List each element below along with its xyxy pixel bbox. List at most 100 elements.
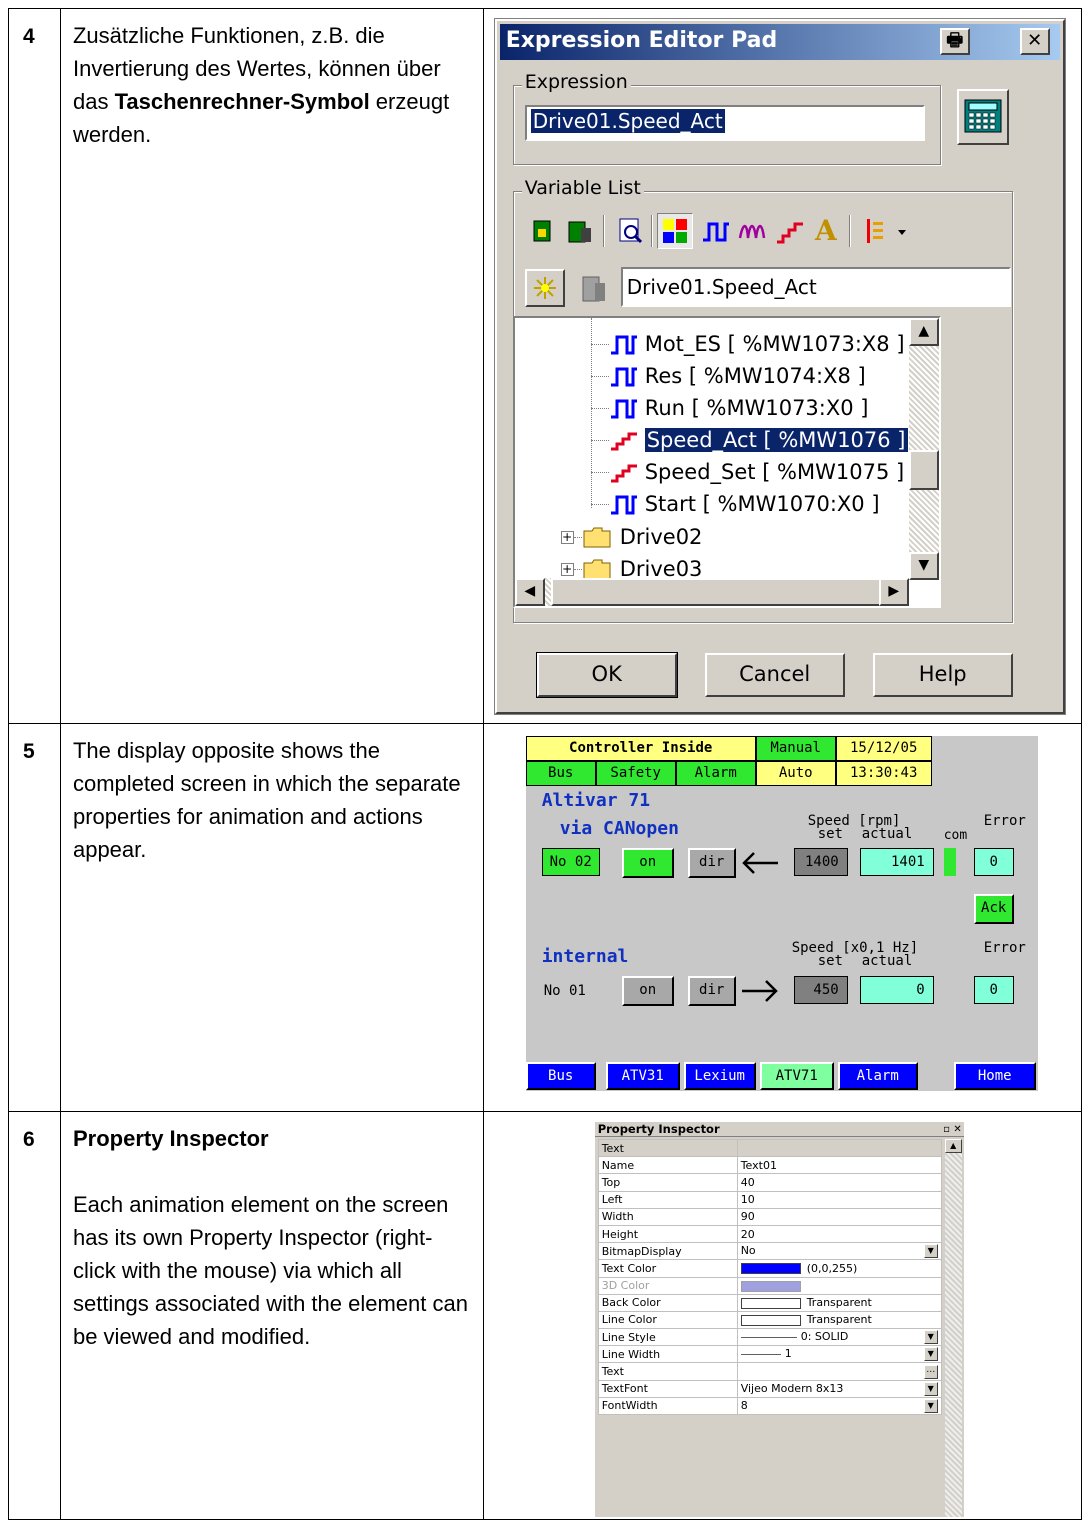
ellipsis-icon: … [923, 1364, 938, 1379]
property-row[interactable]: Left 10 [597, 1190, 942, 1209]
dropdown-icon: ▼ [923, 1330, 938, 1345]
hmi-screen: Controller Inside Manual 15/12/05 Bus Sa… [525, 736, 1038, 1091]
panel-controls-icon[interactable]: ▫ ✕ [943, 1122, 962, 1137]
color-swatch [740, 1280, 801, 1292]
variable-tree[interactable]: Mot_ES [ %MW1073:X8 ] Res [ %MW1074:X8 ]… [512, 316, 941, 608]
horizontal-scrollbar[interactable]: ◀ ▶ [514, 578, 909, 606]
ok-button[interactable]: OK [535, 652, 678, 698]
expression-input[interactable]: Drive01.Speed_Act [524, 105, 925, 141]
property-row[interactable]: Back Color Transparent [597, 1293, 942, 1312]
dropdown-icon: ▼ [923, 1398, 938, 1413]
drive2-on-button[interactable]: on [621, 976, 674, 1006]
property-row[interactable]: Height 20 [597, 1224, 942, 1244]
scroll-up-icon[interactable]: ▲ [944, 1139, 962, 1153]
sparkle-icon [533, 277, 556, 299]
line-style-sample [740, 1336, 797, 1338]
drive1-actual-speed: 1401 [859, 848, 934, 876]
nav-bus[interactable]: Bus [525, 1062, 596, 1090]
drive1-on-button[interactable]: on [621, 848, 674, 878]
io-variable-icon[interactable] [527, 216, 557, 246]
scroll-down-icon[interactable]: ▼ [908, 552, 939, 580]
step-number: 5 [8, 723, 61, 1112]
property-row[interactable]: Top 40 [597, 1173, 942, 1192]
status-alarm[interactable]: Alarm [675, 761, 756, 786]
tree-item[interactable]: Speed_Set [ %MW1075 ] [590, 456, 904, 488]
new-variable-button[interactable] [524, 269, 565, 307]
calculator-button[interactable] [956, 89, 1009, 145]
search-icon[interactable] [615, 216, 645, 246]
drive1-dir-button[interactable]: dir [687, 848, 736, 878]
status-safety[interactable]: Safety [595, 761, 676, 786]
folder-icon [583, 527, 611, 548]
variable-name-field[interactable]: Drive01.Speed_Act [620, 267, 1011, 307]
bool-pulse-icon [610, 367, 637, 387]
tree-item-selected[interactable]: Speed_Act [ %MW1076 ] [590, 424, 909, 456]
hmi-auto: Auto [755, 761, 836, 786]
chevron-down-icon[interactable] [895, 216, 909, 246]
drive2-dir-button[interactable]: dir [687, 976, 736, 1006]
svg-text:A: A [814, 214, 838, 244]
close-icon[interactable]: ✕ [1019, 28, 1050, 55]
hscroll-thumb[interactable] [550, 578, 901, 606]
scroll-up-icon[interactable]: ▲ [908, 318, 939, 346]
tree-item[interactable]: Run [ %MW1073:X0 ] [590, 392, 868, 424]
status-bus[interactable]: Bus [525, 761, 596, 786]
ack-button[interactable]: Ack [973, 894, 1014, 924]
cancel-button[interactable]: Cancel [704, 653, 845, 697]
tree-item[interactable]: Start [ %MW1070:X0 ] [590, 488, 880, 520]
nav-atv71[interactable]: ATV71 [759, 1062, 834, 1090]
property-row[interactable]: Line Style 0: SOLID ▼ [597, 1328, 942, 1347]
property-row[interactable]: FontWidth 8 ▼ [597, 1396, 942, 1416]
title-bar: Expression Editor Pad 🖶 ✕ [499, 24, 1060, 60]
property-row[interactable]: Text… [597, 1362, 942, 1381]
integer-icon[interactable] [737, 216, 767, 246]
scroll-thumb[interactable] [908, 450, 939, 490]
scroll-left-icon[interactable]: ◀ [514, 578, 545, 606]
hmi-title: Controller Inside [525, 736, 756, 761]
property-inspector-panel: Property Inspector ▫ ✕ Text Name Text01 T… [594, 1122, 964, 1517]
nav-atv31[interactable]: ATV31 [605, 1062, 680, 1090]
all-types-icon[interactable] [660, 216, 690, 246]
bool-pulse-icon [610, 335, 637, 355]
help-button[interactable]: Help [872, 653, 1013, 697]
nav-home[interactable]: Home [953, 1062, 1036, 1090]
tree-item[interactable]: Mot_ES [ %MW1073:X8 ] [590, 328, 905, 360]
vertical-scrollbar[interactable]: ▲ [944, 1139, 962, 1517]
analog-ramp-icon [610, 464, 637, 483]
property-row[interactable]: TextFont Vijeo Modern 8x13 ▼ [597, 1379, 942, 1398]
property-row[interactable]: Name Text01 [597, 1156, 942, 1175]
nav-lexium[interactable]: Lexium [683, 1062, 756, 1090]
scroll-right-icon[interactable]: ▶ [878, 578, 909, 606]
property-row[interactable]: Text Color (0,0,255) [597, 1259, 942, 1278]
print-icon[interactable]: 🖶 [939, 28, 970, 55]
structure-icon[interactable] [861, 216, 891, 246]
internal-variable-icon[interactable] [565, 216, 595, 246]
drive1-error: 0 [973, 848, 1014, 876]
section-canopen: via CANopen [559, 818, 679, 839]
hmi-mode: Manual [755, 736, 836, 761]
com-label: com [943, 828, 968, 843]
com-indicator [943, 848, 956, 876]
instruction-table: 4 Zusätzliche Funktionen, z.B. die Inver… [8, 8, 1083, 1520]
step-text: Property Inspector Each animation elemen… [59, 1111, 484, 1520]
hmi-time: 13:30:43 [835, 761, 932, 786]
device-name: Altivar 71 [541, 790, 651, 811]
category-header: Text [597, 1138, 738, 1158]
discrete-icon[interactable] [701, 216, 731, 246]
error-label: Error [983, 940, 1026, 956]
property-row[interactable]: BitmapDisplay No ▼ [597, 1242, 942, 1261]
vertical-scrollbar[interactable]: ▲ ▼ [908, 318, 939, 580]
bool-pulse-icon [610, 399, 637, 419]
nav-alarm[interactable]: Alarm [837, 1062, 918, 1090]
property-row[interactable]: Line Width 1 ▼ [597, 1345, 942, 1364]
drive1-set-speed: 1400 [793, 848, 848, 876]
string-icon[interactable]: A [811, 214, 841, 244]
properties-icon[interactable] [573, 273, 613, 307]
step-row-6: 6 Property Inspector Each animation elem… [8, 1111, 1083, 1520]
tree-item[interactable]: Res [ %MW1074:X8 ] [590, 360, 866, 392]
property-row[interactable]: Line Color Transparent [597, 1310, 942, 1330]
tree-folder[interactable]: + Drive02 [560, 521, 702, 553]
property-row[interactable]: Width 90 [597, 1207, 942, 1226]
analog-icon[interactable] [775, 216, 805, 246]
drive2-error: 0 [973, 976, 1014, 1004]
